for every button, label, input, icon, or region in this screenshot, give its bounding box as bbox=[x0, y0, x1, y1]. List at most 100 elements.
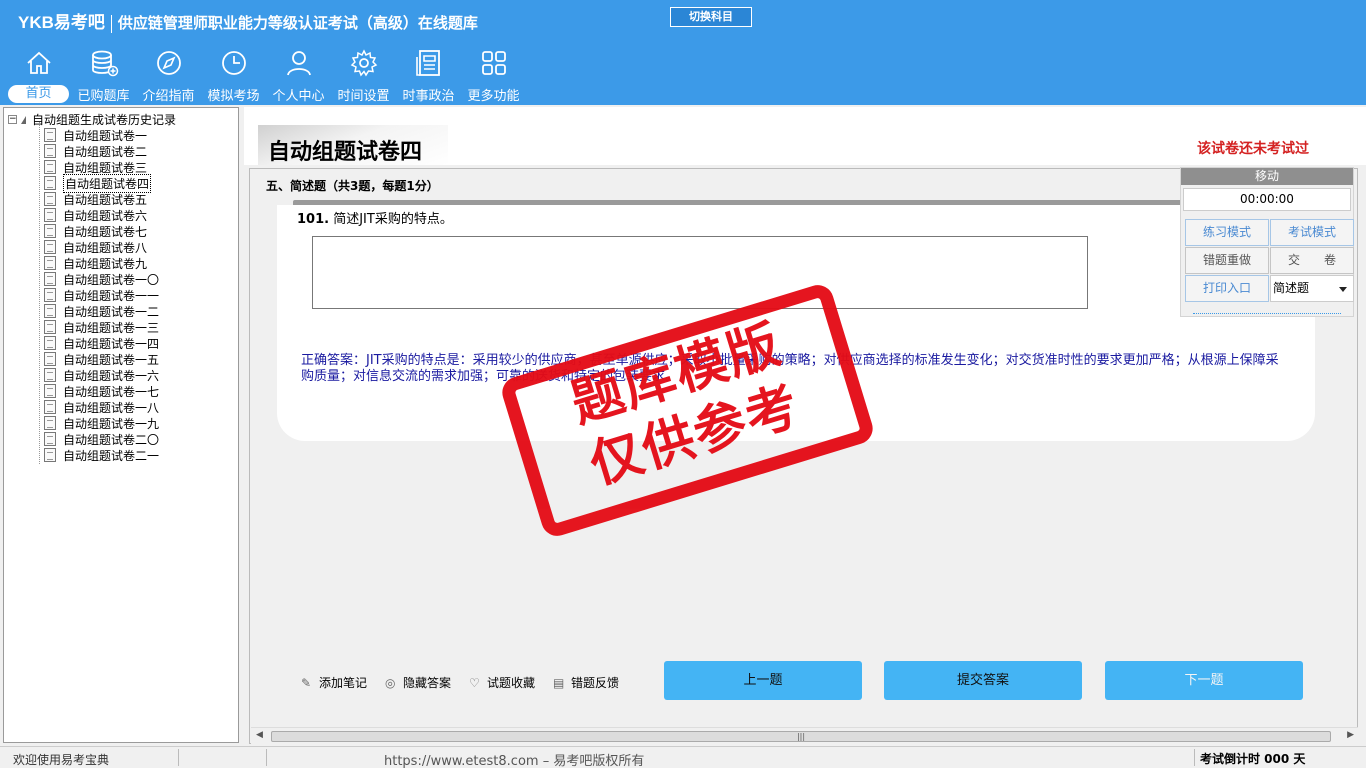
hide-answer-label: 隐藏答案 bbox=[403, 676, 452, 690]
print-button[interactable]: 打印入口 bbox=[1185, 275, 1269, 302]
tree-item[interactable]: 自动组题试卷一七 bbox=[44, 383, 159, 399]
question-text: 101. 简述JIT采购的特点。 bbox=[297, 208, 453, 227]
tree-item[interactable]: 自动组题试卷一五 bbox=[44, 351, 159, 367]
prev-question-button[interactable]: 上一题 bbox=[664, 661, 862, 700]
nav-mock-label: 模拟考场 bbox=[207, 89, 260, 104]
move-handle[interactable]: 移动 bbox=[1181, 168, 1353, 185]
copyright-text: https://www.etest8.com – 易考吧版权所有 bbox=[384, 754, 645, 768]
question-type-select[interactable]: 简述题 bbox=[1270, 275, 1354, 302]
paper-header: 自动组题试卷四 该试卷还未考试过 bbox=[244, 107, 1366, 165]
nav-current-affairs[interactable]: 时事政治 bbox=[396, 46, 461, 104]
document-icon bbox=[44, 416, 56, 430]
switch-subject-button[interactable]: 切换科目 bbox=[670, 7, 752, 27]
nav-home[interactable]: 首页 bbox=[6, 46, 71, 104]
status-divider bbox=[178, 749, 179, 766]
control-button-grid: 练习模式 考试模式 错题重做 交 卷 打印入口 简述题 bbox=[1185, 219, 1354, 302]
nav-profile[interactable]: 个人中心 bbox=[266, 46, 331, 104]
clock-icon bbox=[221, 51, 246, 75]
tree-item[interactable]: 自动组题试卷五 bbox=[44, 191, 159, 207]
exam-countdown: 考试倒计时 000 天 bbox=[1200, 752, 1306, 766]
nav-guide-label: 介绍指南 bbox=[142, 89, 195, 104]
document-icon bbox=[44, 336, 56, 350]
tree-item-list: 自动组题试卷一 自动组题试卷二 自动组题试卷三 自动组题试卷四 自动组题试卷五 自动组题试… bbox=[44, 127, 159, 463]
practice-mode-button[interactable]: 练习模式 bbox=[1185, 219, 1269, 246]
exam-mode-button[interactable]: 考试模式 bbox=[1270, 219, 1354, 246]
tree-item[interactable]: 自动组题试卷一一 bbox=[44, 287, 159, 303]
tree-item-label: 自动组题试卷二一 bbox=[63, 448, 160, 463]
tree-item[interactable]: 自动组题试卷四 bbox=[44, 173, 159, 193]
document-icon bbox=[44, 208, 56, 222]
app-logo: YKB易考吧 bbox=[18, 13, 105, 32]
app-title-text: 供应链管理师职业能力等级认证考试（高级）在线题库 bbox=[117, 14, 478, 32]
tree-item-label: 自动组题试卷一 bbox=[63, 128, 148, 143]
document-icon bbox=[44, 432, 56, 446]
nav-mock-exam[interactable]: 模拟考场 bbox=[201, 46, 266, 104]
tree-item[interactable]: 自动组题试卷一四 bbox=[44, 335, 159, 351]
tree-item-label: 自动组题试卷一一 bbox=[63, 288, 160, 303]
submit-paper-button[interactable]: 交 卷 bbox=[1270, 247, 1354, 274]
document-icon bbox=[44, 384, 56, 398]
question-number: 101. bbox=[297, 212, 330, 227]
tree-root[interactable]: − 自动组题生成试卷历史记录 bbox=[8, 111, 176, 128]
submit-answer-button[interactable]: 提交答案 bbox=[884, 661, 1082, 700]
tree-item[interactable]: 自动组题试卷一八 bbox=[44, 399, 159, 415]
nav-purchased-banks[interactable]: 已购题库 bbox=[71, 46, 136, 104]
tree-item-label: 自动组题试卷一八 bbox=[63, 400, 160, 415]
compass-icon bbox=[156, 51, 181, 75]
tree-item[interactable]: 自动组题试卷一 bbox=[44, 127, 159, 143]
nav-time-settings[interactable]: 时间设置 bbox=[331, 46, 396, 104]
feedback-button[interactable]: ▤ 错题反馈 bbox=[553, 674, 619, 691]
collapse-toggle-icon[interactable]: − bbox=[8, 115, 17, 124]
nav-more-label: 更多功能 bbox=[467, 89, 520, 104]
section-title: 五、简述题（共3题，每题1分） bbox=[266, 179, 439, 193]
document-icon bbox=[44, 256, 56, 270]
tree-item[interactable]: 自动组题试卷八 bbox=[44, 239, 159, 255]
paper-history-tree[interactable]: − 自动组题生成试卷历史记录 自动组题试卷一 自动组题试卷二 自动组题试卷三 自动组题… bbox=[3, 107, 239, 743]
tree-item[interactable]: 自动组题试卷二一 bbox=[44, 447, 159, 463]
tree-item-label: 自动组题试卷七 bbox=[63, 224, 148, 239]
tree-item-label: 自动组题试卷六 bbox=[63, 208, 148, 223]
add-note-button[interactable]: ✎ 添加笔记 bbox=[301, 674, 367, 691]
tree-item-label: 自动组题试卷二〇 bbox=[63, 432, 160, 447]
horizontal-scrollbar[interactable]: ◀ ||| ▶ bbox=[251, 727, 1358, 744]
scroll-right-icon[interactable]: ▶ bbox=[1347, 730, 1354, 740]
home-icon bbox=[26, 51, 51, 74]
top-bar: YKB易考吧 供应链管理师职业能力等级认证考试（高级）在线题库 切换科目 首页 已… bbox=[0, 0, 1366, 105]
feedback-label: 错题反馈 bbox=[571, 676, 620, 690]
scroll-left-icon[interactable]: ◀ bbox=[256, 730, 263, 740]
hide-answer-button[interactable]: ◎ 隐藏答案 bbox=[385, 674, 451, 691]
next-question-button[interactable]: 下一题 bbox=[1105, 661, 1303, 700]
scroll-thumb[interactable]: ||| bbox=[271, 731, 1331, 742]
tree-item[interactable]: 自动组题试卷九 bbox=[44, 255, 159, 271]
tree-item[interactable]: 自动组题试卷一三 bbox=[44, 319, 159, 335]
tree-item[interactable]: 自动组题试卷一六 bbox=[44, 367, 159, 383]
tree-item[interactable]: 自动组题试卷七 bbox=[44, 223, 159, 239]
tree-item[interactable]: 自动组题试卷一〇 bbox=[44, 271, 159, 287]
tree-item-label: 自动组题试卷八 bbox=[63, 240, 148, 255]
favorite-button[interactable]: ♡ 试题收藏 bbox=[469, 674, 535, 691]
tree-item[interactable]: 自动组题试卷一九 bbox=[44, 415, 159, 431]
document-icon bbox=[44, 304, 56, 318]
nav-guide[interactable]: 介绍指南 bbox=[136, 46, 201, 104]
nav-more[interactable]: 更多功能 bbox=[461, 46, 526, 104]
exam-control-panel: 移动 00:00:00 练习模式 考试模式 错题重做 交 卷 打印入口 简述题 bbox=[1180, 167, 1354, 317]
answer-input[interactable] bbox=[312, 236, 1088, 309]
tree-item[interactable]: 自动组题试卷一二 bbox=[44, 303, 159, 319]
tree-item[interactable]: 自动组题试卷二〇 bbox=[44, 431, 159, 447]
newspaper-icon bbox=[415, 50, 440, 76]
question-stem: 简述JIT采购的特点。 bbox=[329, 212, 453, 227]
status-divider bbox=[1194, 749, 1195, 766]
status-bar: 欢迎使用易考宝典 https://www.etest8.com – 易考吧版权所… bbox=[0, 746, 1366, 768]
exam-timer: 00:00:00 bbox=[1183, 188, 1351, 211]
tree-item-label: 自动组题试卷一三 bbox=[63, 320, 160, 335]
document-icon bbox=[44, 192, 56, 206]
tree-item-label: 自动组题试卷五 bbox=[63, 192, 148, 207]
tree-item[interactable]: 自动组题试卷六 bbox=[44, 207, 159, 223]
tree-item[interactable]: 自动组题试卷二 bbox=[44, 143, 159, 159]
document-icon bbox=[44, 240, 56, 254]
tree-item-label: 自动组题试卷九 bbox=[63, 256, 148, 271]
redo-wrong-button[interactable]: 错题重做 bbox=[1185, 247, 1269, 274]
add-note-label: 添加笔记 bbox=[319, 676, 368, 690]
welcome-text: 欢迎使用易考宝典 bbox=[13, 753, 110, 767]
document-icon bbox=[44, 352, 56, 366]
